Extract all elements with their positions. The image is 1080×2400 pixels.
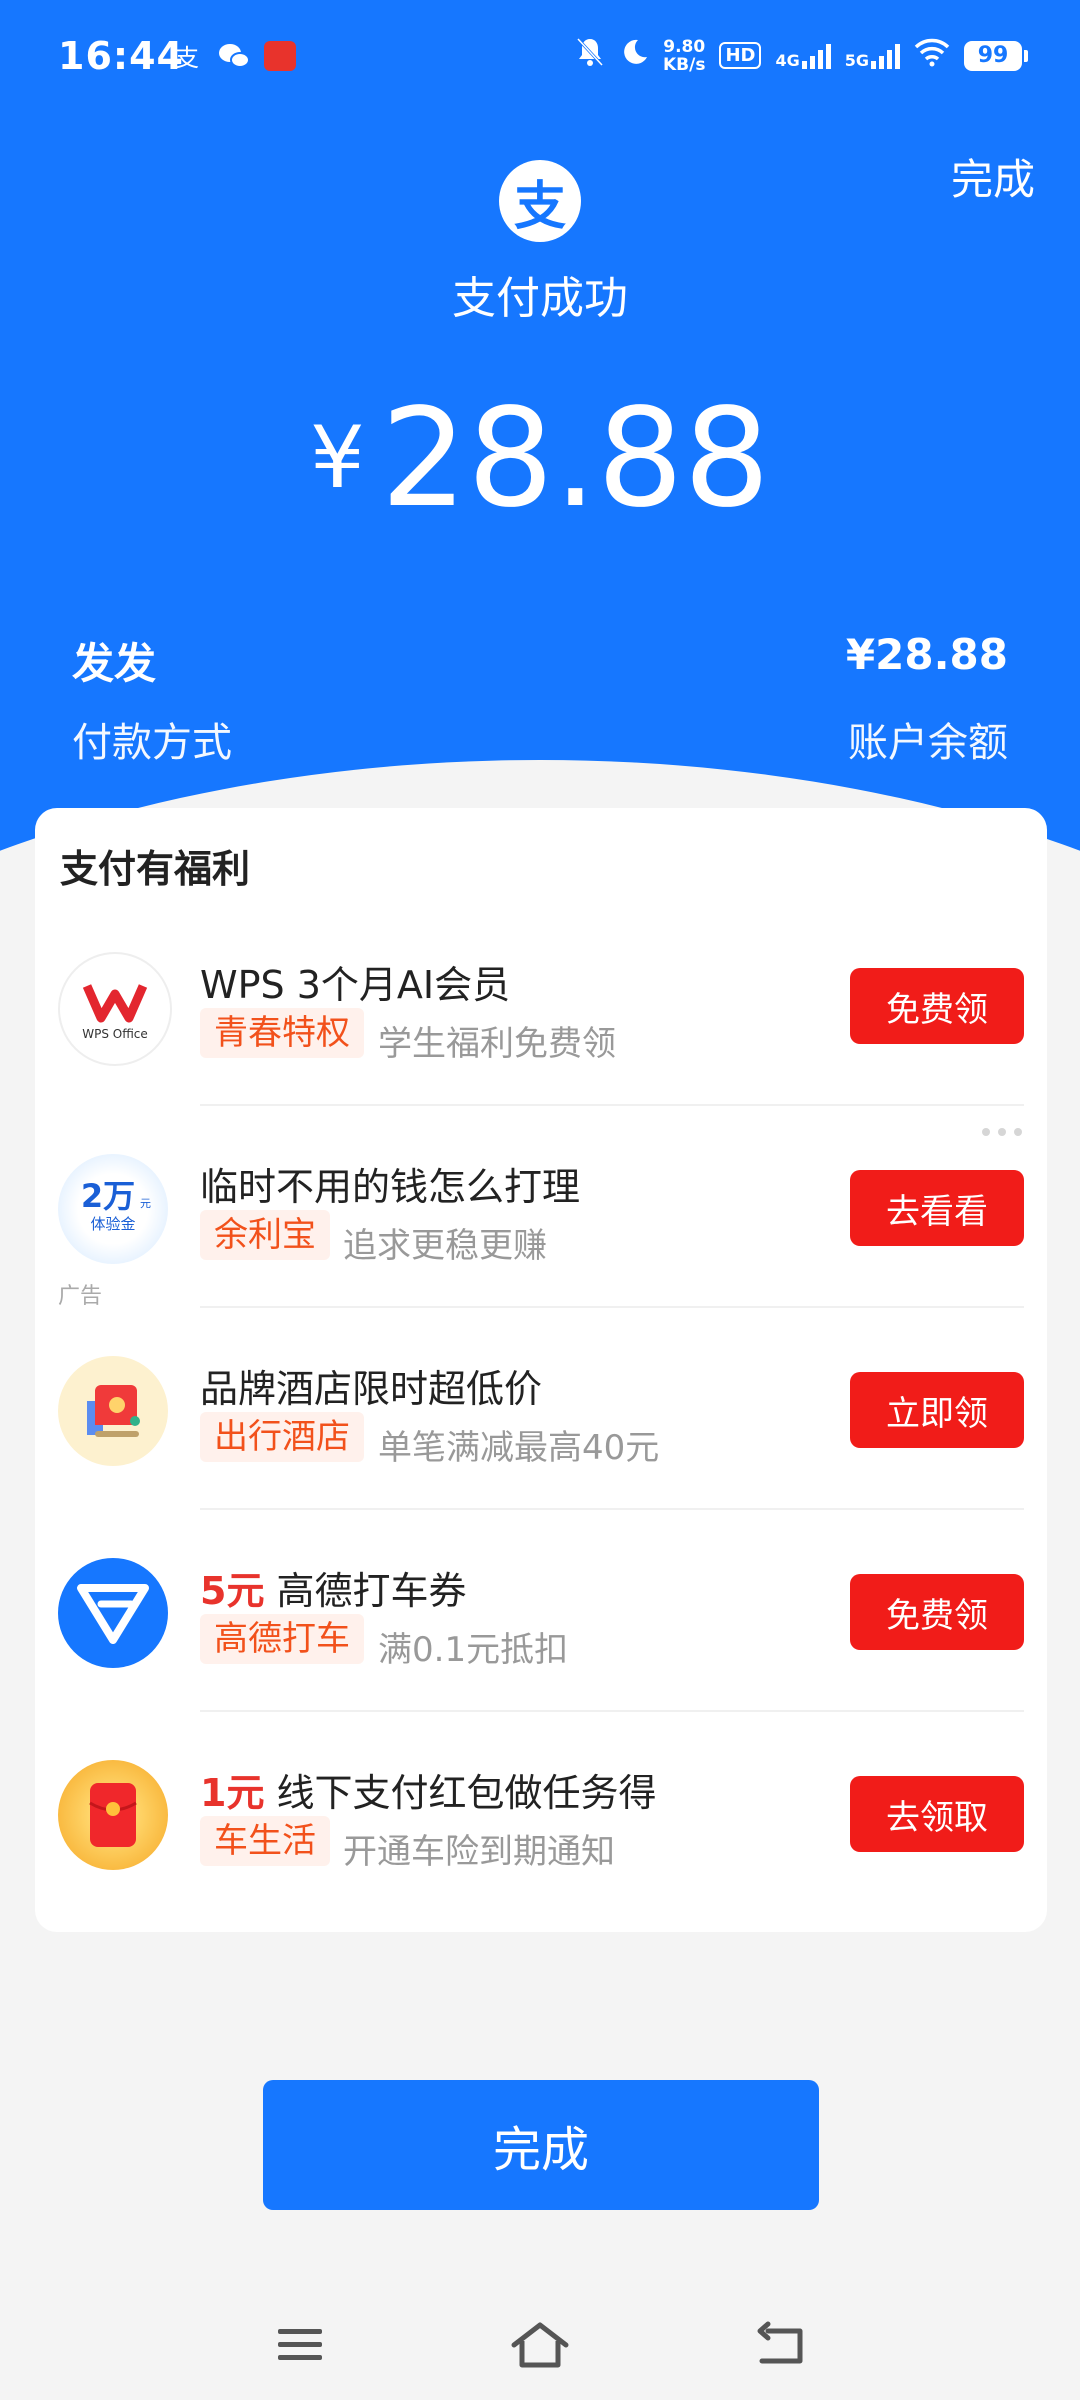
mute-bell-icon [575, 36, 605, 75]
battery-indicator: 99 [964, 40, 1028, 71]
offer-item-hotel[interactable]: 品牌酒店限时超低价 出行酒店 单笔满减最高40元 立即领 [35, 1308, 1047, 1510]
currency-symbol: ¥ [309, 408, 365, 508]
offer-desc: 学生福利免费领 [378, 1024, 616, 1064]
trial-fund-icon: 2万 元 体验金 [58, 1154, 168, 1264]
svg-text:支: 支 [175, 44, 199, 71]
offer-item-red-packet[interactable]: 1元 线下支付红包做任务得 车生活 开通车险到期通知 去领取 [35, 1712, 1047, 1914]
offer-item-yulibao[interactable]: 2万 元 体验金 广告 临时不用的钱怎么打理 余利宝 追求更稳更赚 去看看 [35, 1106, 1047, 1309]
offer-title: 5元 高德打车券 [200, 1569, 467, 1613]
payment-success-title: 支付成功 [452, 273, 628, 324]
claim-now-button[interactable]: 立即领 [850, 1372, 1024, 1448]
account-balance-label: 账户余额 [848, 720, 1008, 766]
offer-title-highlight: 5元 [200, 1569, 265, 1613]
done-button[interactable]: 完成 [263, 2080, 819, 2210]
offer-title: 品牌酒店限时超低价 [200, 1367, 543, 1411]
home-icon[interactable] [500, 2310, 580, 2380]
balance-amount: ¥28.88 [845, 630, 1008, 679]
back-icon[interactable] [740, 2310, 820, 2380]
wps-office-icon: WPS Office [58, 952, 172, 1066]
signal-5g: 5G [845, 43, 900, 69]
amount-value: 28.88 [380, 380, 771, 538]
offer-title: 1元 线下支付红包做任务得 [200, 1771, 657, 1815]
red-packet-icon [58, 1760, 168, 1870]
offer-desc: 单笔满减最高40元 [378, 1428, 660, 1468]
svg-text:2万: 2万 [81, 1177, 135, 1215]
offer-tag: 余利宝 [200, 1210, 330, 1260]
payment-amount: ¥28.88 [0, 380, 1080, 538]
amap-taxi-icon [58, 1558, 168, 1668]
offer-title: 临时不用的钱怎么打理 [200, 1165, 581, 1209]
signal-4g: 4G [775, 43, 831, 69]
done-link-top[interactable]: 完成 [951, 146, 1035, 207]
offer-item-amap-taxi[interactable]: 5元 高德打车券 高德打车 满0.1元抵扣 免费领 [35, 1510, 1047, 1712]
offer-desc: 追求更稳更赚 [343, 1226, 547, 1266]
benefits-card: 支付有福利 WPS Office WPS 3个月AI会员 青春特权 学生福利免费… [35, 808, 1047, 1932]
net-speed: 9.80 KB/s [662, 36, 706, 75]
wifi-icon [914, 37, 950, 74]
hotel-icon [58, 1356, 168, 1466]
offer-tag: 出行酒店 [200, 1412, 364, 1462]
svg-text:体验金: 体验金 [90, 1215, 135, 1233]
claim-free-button[interactable]: 免费领 [850, 1574, 1024, 1650]
system-nav-bar [0, 2290, 1080, 2400]
claim-free-button[interactable]: 免费领 [850, 968, 1024, 1044]
alipay-icon: 支 [172, 40, 204, 72]
offer-desc: 满0.1元抵扣 [378, 1630, 569, 1670]
menu-icon[interactable] [260, 2310, 340, 2380]
status-app-icons: 支 [172, 40, 296, 72]
ad-label: 广告 [58, 1284, 103, 1309]
offer-title-highlight: 1元 [200, 1771, 265, 1815]
payment-success-page: 16:44 支 9.80 KB/s HD 4G 5G 99 完成 支 支付成功 … [0, 0, 1080, 2400]
moon-icon [619, 37, 649, 74]
benefits-title: 支付有福利 [60, 847, 251, 891]
svg-text:WPS Office: WPS Office [82, 1027, 148, 1041]
news-app-icon [264, 41, 296, 71]
status-time: 16:44 [58, 34, 184, 78]
svg-text:元: 元 [140, 1197, 151, 1210]
status-bar: 16:44 支 9.80 KB/s HD 4G 5G 99 [0, 0, 1080, 120]
offer-tag: 高德打车 [200, 1614, 364, 1664]
offer-desc: 开通车险到期通知 [343, 1832, 615, 1872]
hd-badge: HD [719, 42, 762, 69]
offer-title: WPS 3个月AI会员 [200, 963, 511, 1007]
payment-method-label: 付款方式 [72, 720, 232, 766]
status-right: 9.80 KB/s HD 4G 5G 99 [575, 36, 1028, 75]
view-button[interactable]: 去看看 [850, 1170, 1024, 1246]
alipay-logo: 支 [499, 160, 581, 242]
wechat-icon [218, 40, 250, 72]
offer-tag: 青春特权 [200, 1008, 364, 1058]
go-claim-button[interactable]: 去领取 [850, 1776, 1024, 1852]
offer-item-wps[interactable]: WPS Office WPS 3个月AI会员 青春特权 学生福利免费领 免费领 [35, 904, 1047, 1106]
payee-name: 发发 [72, 639, 157, 688]
offer-tag: 车生活 [200, 1816, 330, 1866]
